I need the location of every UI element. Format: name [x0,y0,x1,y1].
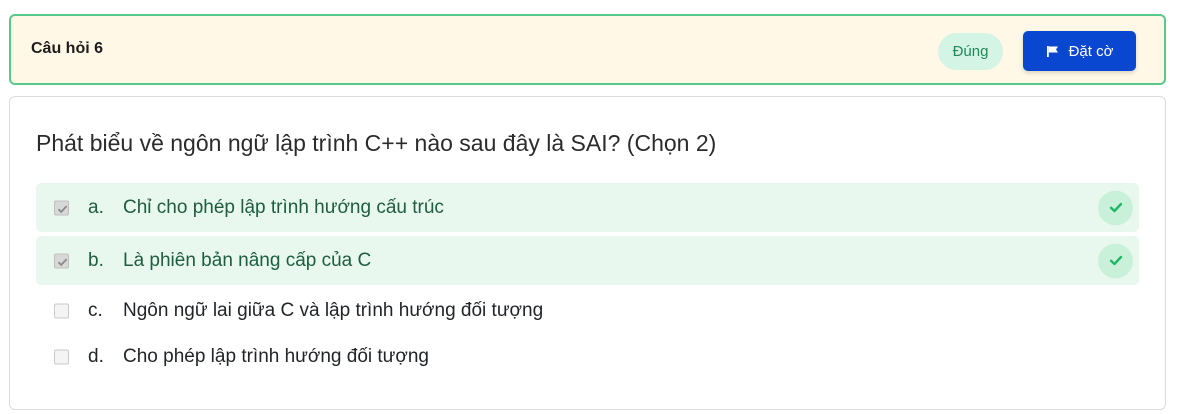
option-b-text: Là phiên bản nâng cấp của C [123,249,372,271]
option-d-letter: d. [88,345,104,367]
question-number: Câu hỏi 6 [31,40,104,57]
correct-check-icon [1098,190,1133,225]
question-text: Phát biểu về ngôn ngữ lập trình C++ nào … [36,130,717,156]
option-b-checkbox[interactable] [54,253,69,268]
flag-icon [1046,45,1059,58]
option-d-checkbox[interactable] [54,349,69,364]
flag-button[interactable]: Đặt cờ [1023,31,1136,71]
option-c[interactable]: c. Ngôn ngữ lai giữa C và lập trình hướn… [36,286,1139,335]
option-c-text: Ngôn ngữ lai giữa C và lập trình hướng đ… [123,299,544,321]
option-a-checkbox[interactable] [54,200,69,215]
option-d[interactable]: d. Cho phép lập trình hướng đối tượng [36,332,1139,381]
flag-button-label: Đặt cờ [1068,42,1114,60]
correct-check-icon [1098,243,1133,278]
option-b-letter: b. [88,249,104,271]
option-d-text: Cho phép lập trình hướng đối tượng [123,345,429,367]
option-a[interactable]: a. Chỉ cho phép lập trình hướng cấu trúc [36,183,1139,232]
option-c-checkbox[interactable] [54,303,69,318]
question-header: Câu hỏi 6 Đúng Đặt cờ [9,14,1166,85]
option-a-text: Chỉ cho phép lập trình hướng cấu trúc [123,196,444,218]
option-a-letter: a. [88,196,104,218]
question-card: Phát biểu về ngôn ngữ lập trình C++ nào … [9,96,1166,410]
option-c-letter: c. [88,299,103,321]
status-badge: Đúng [938,33,1003,70]
option-b[interactable]: b. Là phiên bản nâng cấp của C [36,236,1139,285]
